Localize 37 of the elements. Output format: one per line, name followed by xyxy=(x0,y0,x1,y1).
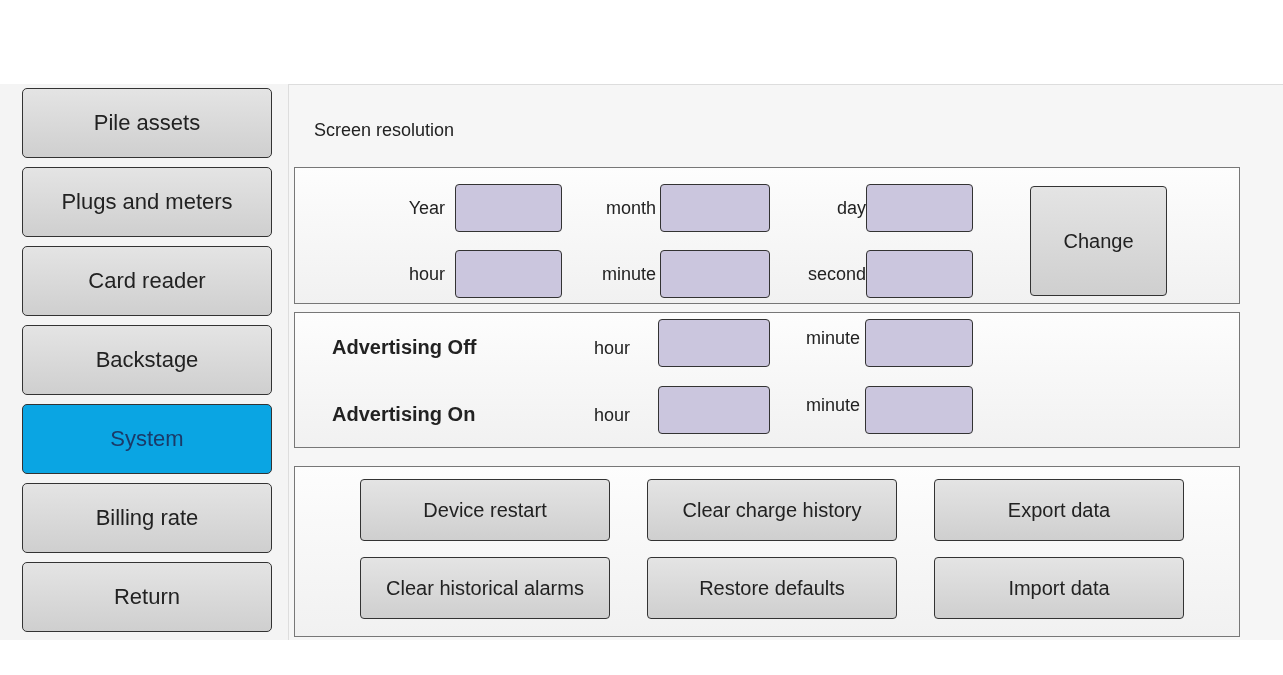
input-field[interactable] xyxy=(455,184,562,232)
nav-button[interactable]: Card reader xyxy=(22,246,272,316)
input-field[interactable] xyxy=(660,250,770,298)
action-button[interactable]: Clear historical alarms xyxy=(360,557,610,619)
field-label: Year xyxy=(407,197,446,219)
field-label: minute xyxy=(600,263,657,285)
nav-button[interactable]: Backstage xyxy=(22,325,272,395)
input-field[interactable] xyxy=(866,184,973,232)
nav-button[interactable]: Billing rate xyxy=(22,483,272,553)
action-button[interactable]: Restore defaults xyxy=(647,557,897,619)
input-field[interactable] xyxy=(865,386,973,434)
row-label: Advertising Off xyxy=(332,334,478,359)
action-button[interactable]: Import data xyxy=(934,557,1184,619)
action-button[interactable]: Export data xyxy=(934,479,1184,541)
nav-button[interactable]: System xyxy=(22,404,272,474)
row-label: Advertising On xyxy=(332,401,477,426)
input-field[interactable] xyxy=(866,250,973,298)
field-label: second xyxy=(806,263,866,285)
input-field[interactable] xyxy=(865,319,973,367)
nav-button[interactable]: Plugs and meters xyxy=(22,167,272,237)
field-label: day xyxy=(835,197,866,219)
input-field[interactable] xyxy=(658,386,770,434)
input-field[interactable] xyxy=(660,184,770,232)
change-button[interactable]: Change xyxy=(1030,186,1167,296)
field-label: month xyxy=(604,197,657,219)
field-label: minute xyxy=(804,327,861,350)
section-title: Screen resolution xyxy=(314,119,455,141)
action-button[interactable]: Device restart xyxy=(360,479,610,541)
field-label: hour xyxy=(407,263,446,285)
field-label: hour xyxy=(594,336,632,359)
nav-button[interactable]: Return xyxy=(22,562,272,632)
field-label: minute xyxy=(804,394,861,417)
input-field[interactable] xyxy=(455,250,562,298)
nav-button[interactable]: Pile assets xyxy=(22,88,272,158)
action-button[interactable]: Clear charge history xyxy=(647,479,897,541)
input-field[interactable] xyxy=(658,319,770,367)
field-label: hour xyxy=(594,403,632,426)
